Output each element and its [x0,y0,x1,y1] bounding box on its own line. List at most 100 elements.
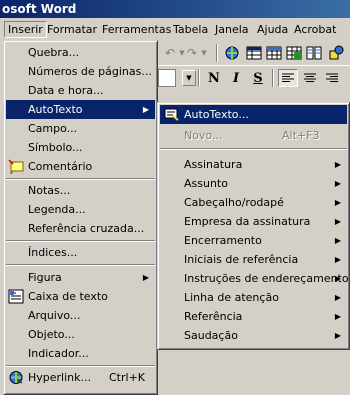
menu-item-data-hora[interactable]: Data e hora... [6,81,155,100]
submenu-item-linha-atencao[interactable]: Linha de atenção ▶ [160,288,347,307]
submenu-item-iniciais-referencia[interactable]: Iniciais de referência ▶ [160,250,347,269]
menu-item-label: Comentário [28,160,93,173]
align-left-icon[interactable] [278,69,298,87]
menu-item-legenda[interactable]: Legenda... [6,200,155,219]
menu-item-comentario[interactable]: Comentário [6,157,155,176]
submenu-item-assunto[interactable]: Assunto ▶ [160,174,347,193]
menu-ferramentas[interactable]: Ferramentas [99,21,174,38]
menu-item-indicador[interactable]: Indicador... [6,344,155,363]
menu-item-notas[interactable]: Notas... [6,181,155,200]
align-right-icon[interactable] [322,69,342,87]
menu-tabela[interactable]: Tabela [170,21,211,38]
toolbar-separator [216,44,218,62]
submenu-arrow-icon: ▶ [142,273,149,282]
submenu-item-cabecalho-rodape[interactable]: Cabeçalho/rodapé ▶ [160,193,347,212]
menu-label: Tabela [173,23,209,36]
font-size-combo[interactable] [158,69,176,87]
menu-item-objeto[interactable]: Objeto... [6,325,155,344]
menu-item-label: Campo... [28,122,78,135]
menu-item-campo[interactable]: Campo... [6,119,155,138]
menu-item-autotexto[interactable]: AutoTexto ▶ [6,100,155,119]
submenu-arrow-icon: ▶ [334,312,341,321]
columns-icon[interactable] [304,44,324,62]
submenu-arrow-icon: ▶ [334,179,341,188]
menu-separator [160,148,347,150]
menu-acrobat[interactable]: Acrobat [291,21,339,38]
submenu-item-assinatura[interactable]: Assinatura ▶ [160,155,347,174]
hyperlink-icon[interactable] [222,44,242,62]
menu-label: Acrobat [294,23,337,36]
submenu-item-label: Assinatura [184,158,243,171]
submenu-item-label: Linha de atenção [184,291,279,304]
menu-item-simbolo[interactable]: Símbolo... [6,138,155,157]
underline-button[interactable]: S [248,69,268,87]
menu-separator [6,240,155,242]
submenu-item-label: Assunto [184,177,228,190]
underline-label: S [253,70,263,86]
menu-item-label: Notas... [28,184,71,197]
autotext-icon [164,107,180,122]
menu-item-indices[interactable]: Índices... [6,243,155,262]
submenu-item-encerramento[interactable]: Encerramento ▶ [160,231,347,250]
submenu-item-referencia[interactable]: Referência ▶ [160,307,347,326]
submenu-item-label: Iniciais de referência [184,253,299,266]
chevron-down-icon[interactable]: ▼ [182,70,196,86]
insert-table-icon[interactable] [264,44,284,62]
menu-label: Formatar [47,23,98,36]
text-box-icon [8,289,24,304]
menu-item-label: AutoTexto [28,103,83,116]
submenu-item-label: Saudação [184,329,238,342]
submenu-arrow-icon: ▶ [334,293,341,302]
insert-menu: Quebra... Números de páginas... Data e h… [3,40,158,395]
drawing-icon[interactable] [326,44,346,62]
menu-formatar[interactable]: Formatar [44,21,100,38]
align-center-icon[interactable] [300,69,320,87]
submenu-item-novo[interactable]: Novo... Alt+F3 [160,126,347,145]
submenu-item-label: Referência [184,310,243,323]
menu-item-arquivo[interactable]: Arquivo... [6,306,155,325]
italic-button[interactable]: I [226,69,246,87]
submenu-item-label: AutoTexto... [184,108,249,121]
submenu-item-instrucoes-enderecamento[interactable]: Instruções de endereçamento ▶ [160,269,349,288]
menu-item-label: Indicador... [28,347,89,360]
submenu-item-empresa-assinatura[interactable]: Empresa da assinatura ▶ [160,212,347,231]
submenu-item-label: Instruções de endereçamento [184,272,349,285]
submenu-item-autotexto[interactable]: AutoTexto... [160,105,347,124]
submenu-arrow-icon: ▶ [334,331,341,340]
chevron-down-icon[interactable]: ▼ [194,44,214,62]
tables-borders-icon[interactable] [244,44,264,62]
formatting-toolbar: ▼ N I S [158,66,350,90]
menu-item-quebra[interactable]: Quebra... [6,43,155,62]
submenu-arrow-icon: ▶ [334,217,341,226]
title-bar: osoft Word [0,0,350,18]
toolbar-separator [272,69,274,87]
submenu-item-label: Novo... [184,129,223,142]
menu-janela[interactable]: Janela [212,21,252,38]
menu-item-label: Símbolo... [28,141,83,154]
menu-item-label: Legenda... [28,203,86,216]
menu-item-referencia-cruzada[interactable]: Referência cruzada... [6,219,155,238]
menu-inserir[interactable]: Inserir [4,21,47,38]
menu-item-caixa-texto[interactable]: Caixa de texto [6,287,155,306]
bold-button[interactable]: N [204,69,224,87]
menu-item-label: Índices... [28,246,78,259]
menu-ajuda[interactable]: Ajuda [254,21,291,38]
submenu-item-label: Cabeçalho/rodapé [184,196,284,209]
submenu-item-saudacao[interactable]: Saudação ▶ [160,326,347,345]
toolbar-separator [198,69,200,87]
submenu-arrow-icon: ▶ [334,198,341,207]
menu-label: Janela [215,23,249,36]
menu-item-label: Figura [28,271,62,284]
insert-excel-icon[interactable] [284,44,304,62]
standard-toolbar: ↶ ▼ ↷ ▼ [158,41,350,66]
menu-item-hyperlink[interactable]: Hyperlink... Ctrl+K [6,368,155,387]
submenu-arrow-icon: ▶ [334,274,341,283]
menu-item-label: Referência cruzada... [28,222,145,235]
menu-separator [6,264,155,266]
submenu-arrow-icon: ▶ [334,160,341,169]
menu-item-figura[interactable]: Figura ▶ [6,268,155,287]
menu-item-label: Arquivo... [28,309,81,322]
menu-item-label: Caixa de texto [28,290,108,303]
menu-item-label: Hyperlink... [28,371,91,384]
menu-item-numeros-paginas[interactable]: Números de páginas... [6,62,155,81]
